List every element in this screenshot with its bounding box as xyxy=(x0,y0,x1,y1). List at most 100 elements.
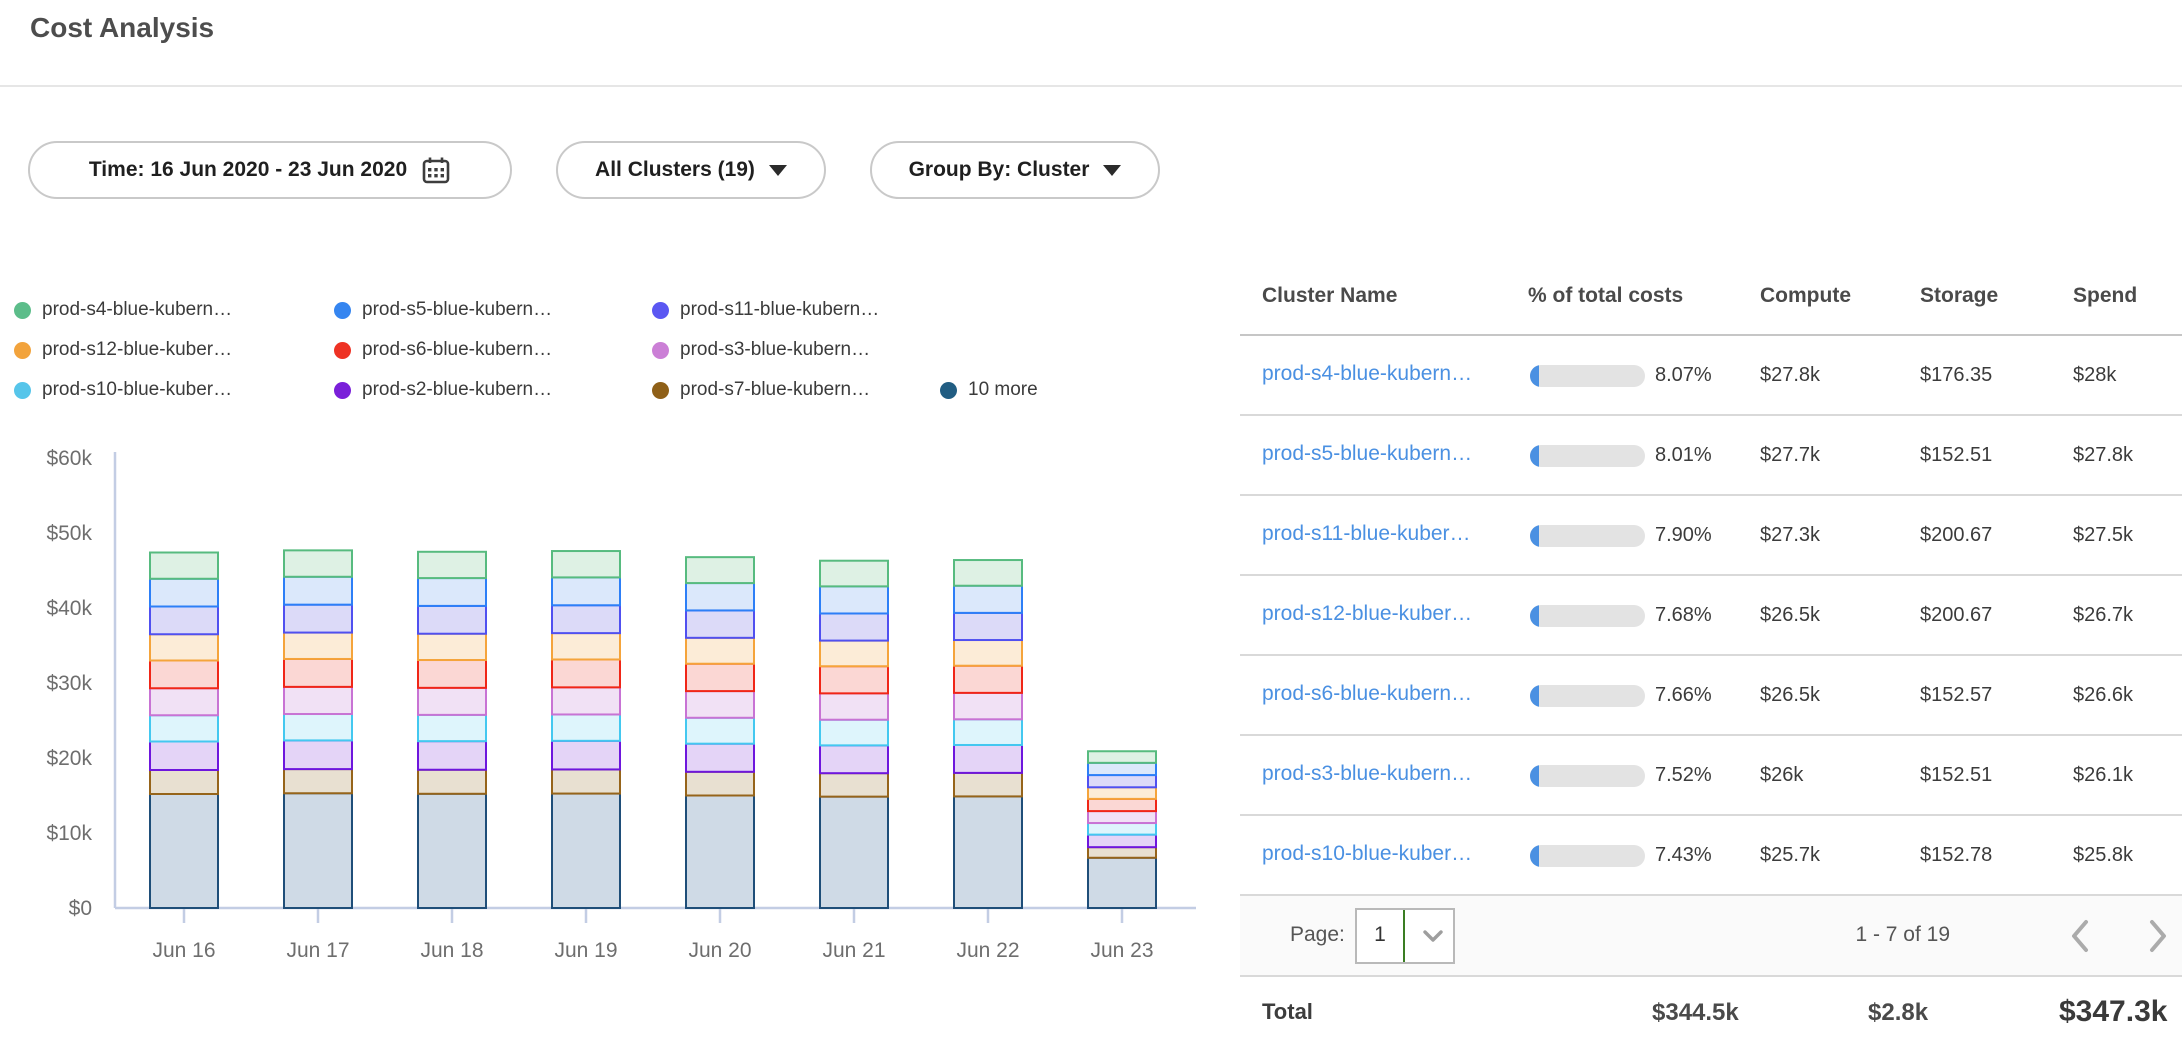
bar-segment-10-more-jun-19[interactable] xyxy=(552,794,620,908)
bar-segment-prod-s2-blue-kubern-jun-22[interactable] xyxy=(954,745,1022,773)
groupby-filter-dropdown[interactable]: Group By: Cluster xyxy=(870,141,1160,199)
bar-segment-prod-s3-blue-kubern-jun-17[interactable] xyxy=(284,687,352,714)
bar-segment-prod-s6-blue-kubern-jun-17[interactable] xyxy=(284,659,352,687)
bar-segment-prod-s7-blue-kubern-jun-16[interactable] xyxy=(150,770,218,794)
bar-segment-prod-s10-blue-kuber-jun-20[interactable] xyxy=(686,718,754,744)
bar-segment-prod-s7-blue-kubern-jun-18[interactable] xyxy=(418,770,486,794)
bar-segment-prod-s3-blue-kubern-jun-18[interactable] xyxy=(418,688,486,715)
bar-segment-prod-s11-blue-kubern-jun-20[interactable] xyxy=(686,610,754,637)
bar-segment-prod-s4-blue-kubern-jun-17[interactable] xyxy=(284,550,352,576)
bar-segment-prod-s4-blue-kubern-jun-21[interactable] xyxy=(820,561,888,587)
bar-segment-prod-s6-blue-kubern-jun-20[interactable] xyxy=(686,664,754,691)
bar-segment-prod-s2-blue-kubern-jun-19[interactable] xyxy=(552,741,620,770)
next-page-button[interactable] xyxy=(2138,914,2178,958)
bar-segment-prod-s11-blue-kubern-jun-17[interactable] xyxy=(284,605,352,633)
bar-segment-prod-s7-blue-kubern-jun-17[interactable] xyxy=(284,769,352,793)
bar-segment-prod-s12-blue-kuber-jun-16[interactable] xyxy=(150,634,218,660)
legend-item-prod-s3-blue-kubern[interactable]: prod-s3-blue-kubern… xyxy=(652,336,870,364)
bar-segment-prod-s12-blue-kuber-jun-21[interactable] xyxy=(820,641,888,667)
bar-segment-prod-s6-blue-kubern-jun-22[interactable] xyxy=(954,666,1022,693)
bar-segment-prod-s3-blue-kubern-jun-16[interactable] xyxy=(150,688,218,715)
bar-segment-prod-s5-blue-kubern-jun-23[interactable] xyxy=(1088,763,1156,775)
bar-segment-10-more-jun-17[interactable] xyxy=(284,793,352,908)
cluster-link-prod-s4-blue-kubern[interactable]: prod-s4-blue-kubern… xyxy=(1262,362,1472,386)
bar-segment-prod-s5-blue-kubern-jun-16[interactable] xyxy=(150,579,218,607)
bar-segment-prod-s7-blue-kubern-jun-23[interactable] xyxy=(1088,847,1156,858)
legend-item-prod-s4-blue-kubern[interactable]: prod-s4-blue-kubern… xyxy=(14,296,232,324)
bar-segment-10-more-jun-16[interactable] xyxy=(150,794,218,908)
cluster-link-prod-s6-blue-kubern[interactable]: prod-s6-blue-kubern… xyxy=(1262,682,1472,706)
cluster-link-prod-s3-blue-kubern[interactable]: prod-s3-blue-kubern… xyxy=(1262,762,1472,786)
bar-segment-prod-s11-blue-kubern-jun-23[interactable] xyxy=(1088,775,1156,787)
bar-segment-prod-s7-blue-kubern-jun-20[interactable] xyxy=(686,772,754,796)
bar-segment-prod-s4-blue-kubern-jun-20[interactable] xyxy=(686,557,754,583)
bar-segment-prod-s11-blue-kubern-jun-18[interactable] xyxy=(418,606,486,634)
bar-segment-prod-s2-blue-kubern-jun-17[interactable] xyxy=(284,740,352,769)
bar-segment-prod-s7-blue-kubern-jun-21[interactable] xyxy=(820,773,888,796)
legend-item-prod-s10-blue-kuber[interactable]: prod-s10-blue-kuber… xyxy=(14,376,232,404)
bar-segment-prod-s4-blue-kubern-jun-23[interactable] xyxy=(1088,751,1156,763)
bar-segment-prod-s6-blue-kubern-jun-18[interactable] xyxy=(418,660,486,688)
bar-segment-prod-s11-blue-kubern-jun-19[interactable] xyxy=(552,605,620,633)
bar-segment-prod-s10-blue-kuber-jun-22[interactable] xyxy=(954,719,1022,745)
bar-segment-prod-s5-blue-kubern-jun-19[interactable] xyxy=(552,577,620,605)
bar-segment-prod-s12-blue-kuber-jun-19[interactable] xyxy=(552,633,620,659)
bar-segment-prod-s2-blue-kubern-jun-23[interactable] xyxy=(1088,835,1156,848)
previous-page-button[interactable] xyxy=(2060,914,2100,958)
bar-segment-prod-s12-blue-kuber-jun-22[interactable] xyxy=(954,640,1022,666)
legend-item-10-more[interactable]: 10 more xyxy=(940,376,1038,404)
clusters-filter-dropdown[interactable]: All Clusters (19) xyxy=(556,141,826,199)
bar-segment-prod-s3-blue-kubern-jun-20[interactable] xyxy=(686,691,754,718)
bar-segment-10-more-jun-22[interactable] xyxy=(954,796,1022,908)
bar-segment-prod-s5-blue-kubern-jun-17[interactable] xyxy=(284,577,352,605)
bar-segment-prod-s12-blue-kuber-jun-23[interactable] xyxy=(1088,787,1156,799)
cluster-link-prod-s12-blue-kuber[interactable]: prod-s12-blue-kuber… xyxy=(1262,602,1472,626)
cluster-link-prod-s10-blue-kuber[interactable]: prod-s10-blue-kuber… xyxy=(1262,842,1472,866)
bar-segment-prod-s2-blue-kubern-jun-20[interactable] xyxy=(686,744,754,772)
bar-segment-prod-s5-blue-kubern-jun-21[interactable] xyxy=(820,586,888,613)
legend-item-prod-s5-blue-kubern[interactable]: prod-s5-blue-kubern… xyxy=(334,296,552,324)
bar-segment-prod-s10-blue-kuber-jun-18[interactable] xyxy=(418,715,486,741)
bar-segment-prod-s10-blue-kuber-jun-21[interactable] xyxy=(820,720,888,746)
bar-segment-10-more-jun-18[interactable] xyxy=(418,794,486,908)
bar-segment-10-more-jun-21[interactable] xyxy=(820,797,888,908)
bar-segment-prod-s7-blue-kubern-jun-22[interactable] xyxy=(954,773,1022,797)
bar-segment-prod-s11-blue-kubern-jun-22[interactable] xyxy=(954,613,1022,640)
bar-segment-prod-s3-blue-kubern-jun-21[interactable] xyxy=(820,693,888,719)
bar-segment-prod-s5-blue-kubern-jun-22[interactable] xyxy=(954,586,1022,613)
bar-segment-prod-s2-blue-kubern-jun-16[interactable] xyxy=(150,742,218,771)
bar-segment-prod-s5-blue-kubern-jun-20[interactable] xyxy=(686,583,754,610)
bar-segment-prod-s10-blue-kuber-jun-17[interactable] xyxy=(284,714,352,740)
legend-item-prod-s12-blue-kuber[interactable]: prod-s12-blue-kuber… xyxy=(14,336,232,364)
legend-item-prod-s11-blue-kubern[interactable]: prod-s11-blue-kubern… xyxy=(652,296,879,324)
bar-segment-prod-s6-blue-kubern-jun-19[interactable] xyxy=(552,659,620,687)
bar-segment-prod-s12-blue-kuber-jun-20[interactable] xyxy=(686,638,754,664)
bar-segment-prod-s10-blue-kuber-jun-16[interactable] xyxy=(150,715,218,741)
bar-segment-prod-s3-blue-kubern-jun-19[interactable] xyxy=(552,687,620,714)
bar-segment-prod-s11-blue-kubern-jun-21[interactable] xyxy=(820,613,888,640)
bar-segment-prod-s11-blue-kubern-jun-16[interactable] xyxy=(150,607,218,635)
legend-item-prod-s6-blue-kubern[interactable]: prod-s6-blue-kubern… xyxy=(334,336,552,364)
bar-segment-prod-s10-blue-kuber-jun-23[interactable] xyxy=(1088,823,1156,835)
cluster-link-prod-s11-blue-kuber[interactable]: prod-s11-blue-kuber… xyxy=(1262,522,1471,546)
bar-segment-prod-s4-blue-kubern-jun-19[interactable] xyxy=(552,551,620,577)
bar-segment-prod-s12-blue-kuber-jun-18[interactable] xyxy=(418,634,486,660)
bar-segment-prod-s6-blue-kubern-jun-16[interactable] xyxy=(150,661,218,689)
bar-segment-prod-s10-blue-kuber-jun-19[interactable] xyxy=(552,714,620,740)
bar-segment-prod-s12-blue-kuber-jun-17[interactable] xyxy=(284,633,352,659)
time-filter-button[interactable]: Time: 16 Jun 2020 - 23 Jun 2020 xyxy=(28,141,512,199)
legend-item-prod-s2-blue-kubern[interactable]: prod-s2-blue-kubern… xyxy=(334,376,552,404)
bar-segment-10-more-jun-20[interactable] xyxy=(686,796,754,909)
cluster-link-prod-s5-blue-kubern[interactable]: prod-s5-blue-kubern… xyxy=(1262,442,1472,466)
bar-segment-prod-s3-blue-kubern-jun-23[interactable] xyxy=(1088,811,1156,823)
bar-segment-prod-s3-blue-kubern-jun-22[interactable] xyxy=(954,693,1022,719)
bar-segment-prod-s5-blue-kubern-jun-18[interactable] xyxy=(418,578,486,606)
bar-segment-prod-s6-blue-kubern-jun-21[interactable] xyxy=(820,666,888,693)
bar-segment-prod-s4-blue-kubern-jun-22[interactable] xyxy=(954,560,1022,586)
bar-segment-prod-s2-blue-kubern-jun-21[interactable] xyxy=(820,745,888,773)
bar-segment-10-more-jun-23[interactable] xyxy=(1088,858,1156,908)
bar-segment-prod-s7-blue-kubern-jun-19[interactable] xyxy=(552,769,620,793)
bar-segment-prod-s4-blue-kubern-jun-16[interactable] xyxy=(150,553,218,579)
bar-segment-prod-s4-blue-kubern-jun-18[interactable] xyxy=(418,552,486,578)
bar-segment-prod-s2-blue-kubern-jun-18[interactable] xyxy=(418,741,486,770)
